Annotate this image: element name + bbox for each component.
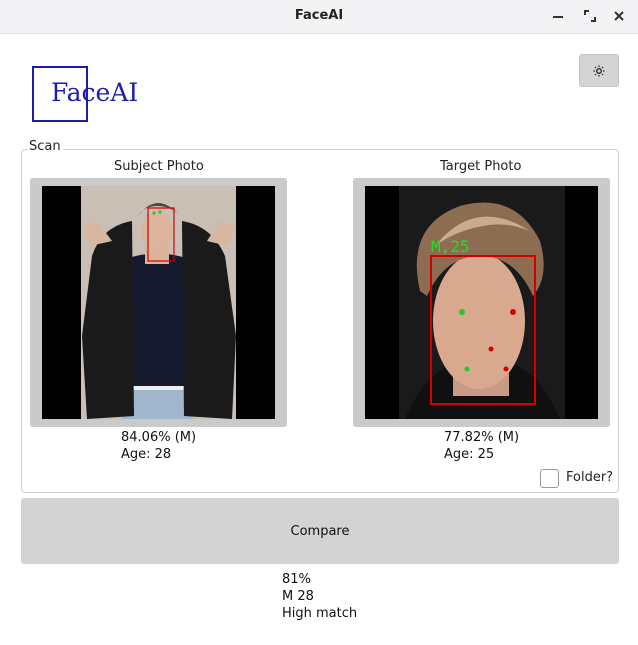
window-title: FaceAI — [294, 8, 344, 23]
comparison-result: 81% M 28 High match — [282, 571, 357, 622]
title-bar: FaceAI — [0, 0, 638, 34]
target-confidence: 77.82% (M) — [444, 430, 520, 445]
folder-checkbox-label[interactable]: Folder? — [566, 470, 613, 485]
logo-text: FaceAI — [51, 78, 139, 107]
restore-icon[interactable] — [583, 9, 597, 23]
compare-button[interactable]: Compare — [21, 498, 619, 564]
target-age: Age: 25 — [444, 447, 495, 462]
subject-photo-label: Subject Photo — [114, 159, 204, 174]
minimize-icon[interactable] — [551, 9, 565, 23]
target-photo: M,25 — [365, 186, 598, 419]
result-summary: M 28 — [282, 589, 314, 604]
subject-photo-frame[interactable] — [30, 178, 287, 427]
subject-photo — [42, 186, 275, 419]
match-verdict: High match — [282, 606, 358, 621]
subject-confidence: 84.06% (M) — [121, 430, 197, 445]
face-overlay-label: M,25 — [431, 237, 470, 256]
settings-button[interactable] — [579, 54, 619, 87]
target-photo-label: Target Photo — [440, 159, 522, 174]
folder-checkbox[interactable] — [540, 469, 559, 488]
close-icon[interactable] — [612, 9, 626, 23]
target-photo-frame[interactable]: M,25 — [353, 178, 610, 427]
subject-age: Age: 28 — [121, 447, 172, 462]
similarity-value: 81% — [282, 572, 311, 587]
scan-group-title: Scan — [27, 139, 63, 154]
sun-icon — [593, 65, 605, 76]
app-logo: FaceAI — [32, 66, 157, 124]
